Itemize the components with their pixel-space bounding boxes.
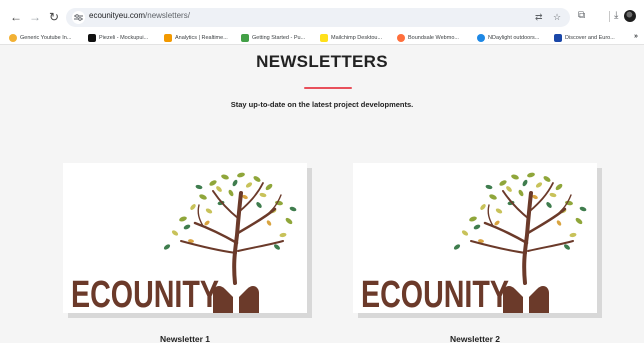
bookmarks-bar: Generic Youtube In... Piezeli - Mockupui… [0,31,644,45]
bookmark-label: Mailchimp Desktou... [331,35,383,41]
download-icon-glyph[interactable]: ⤓ [614,10,618,22]
ecounity-logo: ECOUNITY [361,172,587,313]
bookmark-label: Piezeli - Mockupui... [99,35,149,41]
site-info-icon[interactable] [72,11,85,24]
reload-icon[interactable]: ↻ [47,10,61,24]
bookmark-item[interactable]: Getting Started - Pu... [241,33,305,43]
bookmark-favicon-icon [320,34,328,42]
newsletter-card-2[interactable]: ECOUNITY [353,163,597,313]
bookmark-star-icon[interactable]: ☆ [553,11,561,23]
bookmark-label: Generic Youtube In... [20,35,72,41]
bookmark-item[interactable]: Generic Youtube In... [9,33,71,43]
logo-wordmark: ECOUNITY [71,274,219,313]
toolbar-divider [609,11,610,22]
profile-avatar[interactable] [624,10,636,22]
bookmark-favicon-icon [477,34,485,42]
back-icon[interactable]: ← [9,10,23,24]
url-host: ecounityeu.com [89,11,146,20]
bookmark-item[interactable]: Boundsale Webmo... [397,33,459,43]
bookmark-label: Getting Started - Pu... [252,35,306,41]
bookmark-item[interactable]: Analytics | Realtime... [164,33,228,43]
bookmark-label: Discover and Euro... [565,35,615,41]
forward-icon[interactable]: → [28,10,42,24]
browser-toolbar: ← → ↻ ecounityeu.com/newsletters/ ⇄ ☆ ⧉ … [0,0,644,31]
bookmark-favicon-icon [397,34,405,42]
bookmark-favicon-icon [88,34,96,42]
ecounity-logo: ECOUNITY [71,172,297,313]
translate-icon[interactable]: ⇄ [535,11,543,23]
title-underline [304,87,352,89]
bookmark-favicon-icon [9,34,17,42]
page-subtitle: Stay up-to-date on the latest project de… [230,100,414,109]
page-title: NEWSLETTERS [256,52,388,71]
bookmark-item[interactable]: Discover and Euro... [554,33,615,43]
logo-wordmark: ECOUNITY [361,274,509,313]
address-bar[interactable]: ecounityeu.com/newsletters/ ⇄ ☆ [66,8,570,27]
bookmark-favicon-icon [554,34,562,42]
newsletter-title-1[interactable]: Newsletter 1 [63,334,307,343]
url-path: /newsletters/ [145,11,190,20]
page-content: NEWSLETTERS Stay up-to-date on the lates… [0,45,644,343]
bookmark-label: Boundsale Webmo... [408,35,459,41]
bookmark-item[interactable]: Mailchimp Desktou... [320,33,382,43]
url-text[interactable]: ecounityeu.com/newsletters/ [89,11,190,20]
newsletter-title-2[interactable]: Newsletter 2 [353,334,597,343]
bookmark-favicon-icon [164,34,172,42]
bookmarks-overflow-button[interactable]: » [634,33,638,40]
bookmark-item[interactable]: Piezeli - Mockupui... [88,33,148,43]
extensions-icon[interactable]: ⧉ [578,10,585,22]
bookmark-favicon-icon [241,34,249,42]
bookmark-item[interactable]: NDaylight outdoors... [477,33,539,43]
bookmark-label: Analytics | Realtime... [175,35,228,41]
newsletter-card-1[interactable]: ECOUNITY [63,163,307,313]
bookmark-label: NDaylight outdoors... [488,35,540,41]
